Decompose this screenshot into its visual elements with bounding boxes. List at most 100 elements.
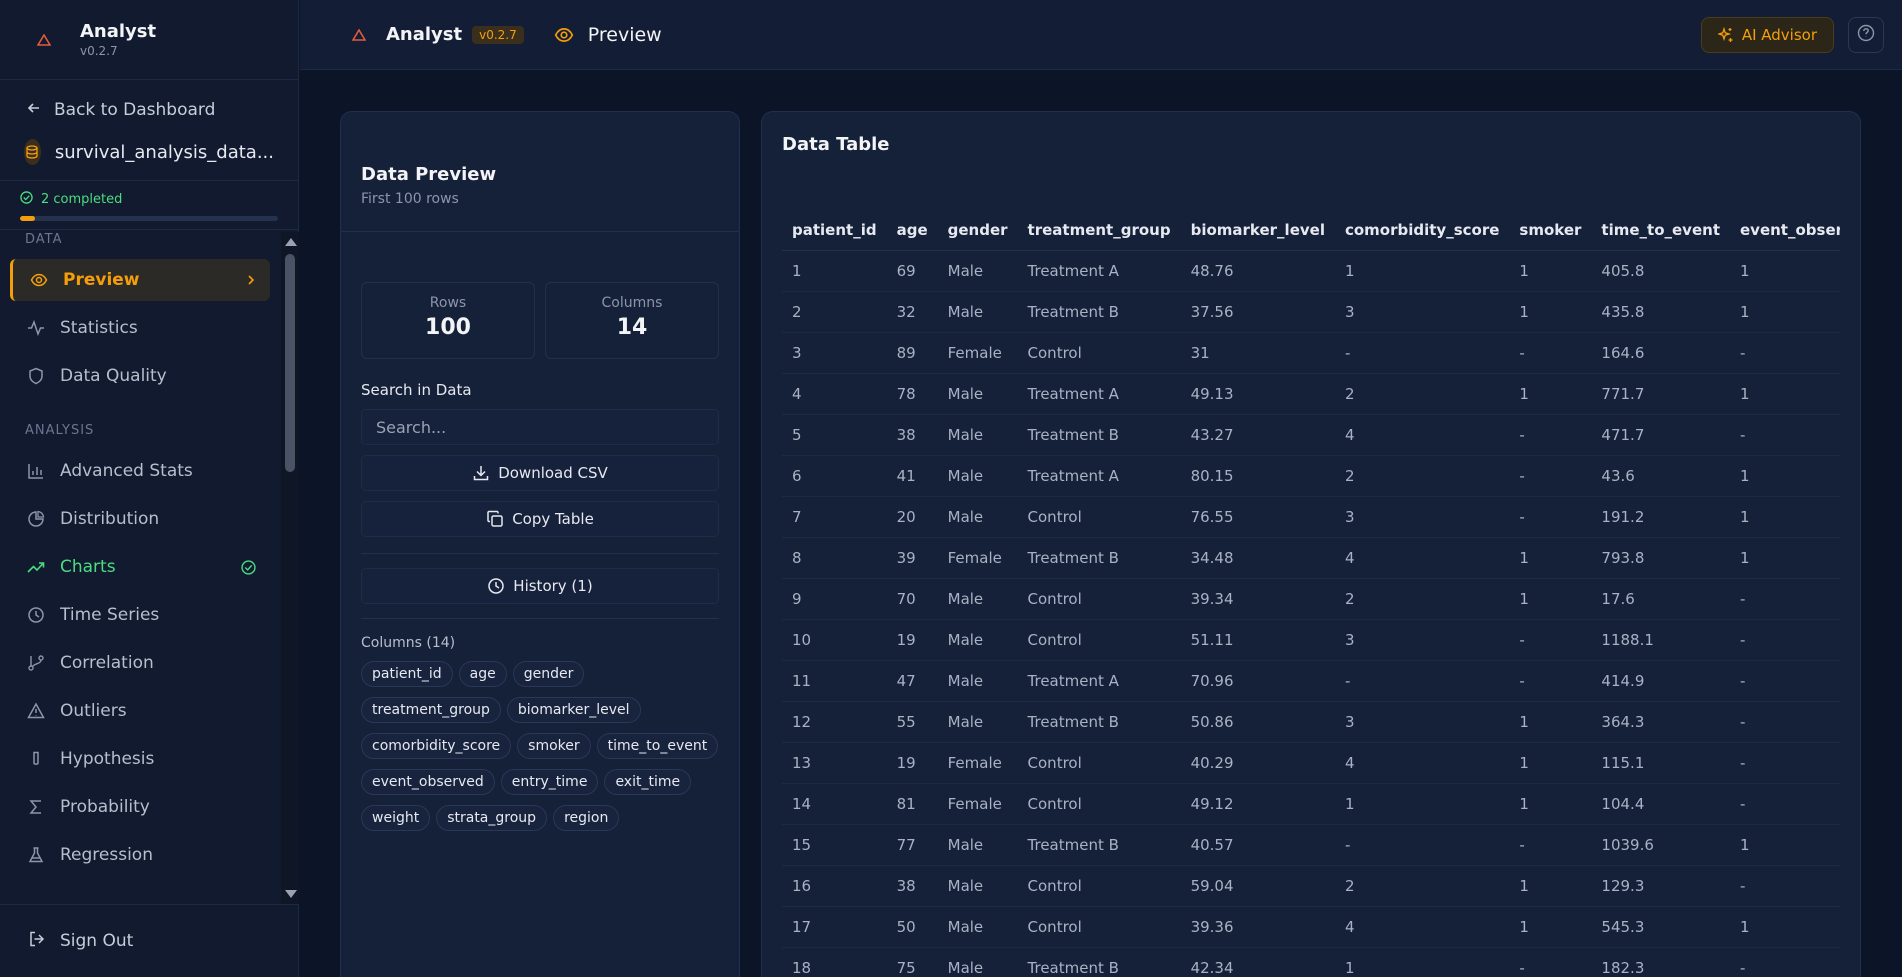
- columns-label: Columns: [601, 295, 663, 311]
- table-row: 232MaleTreatment B37.5631435.8114.2: [782, 291, 1840, 333]
- table-cell: 5: [782, 414, 887, 456]
- table-cell: 39.34: [1180, 578, 1335, 620]
- column-chip[interactable]: event_observed: [361, 769, 495, 795]
- table-cell: 4: [1334, 742, 1510, 784]
- table-cell: 771.7: [1591, 373, 1730, 415]
- column-header[interactable]: age: [886, 210, 938, 251]
- column-chip[interactable]: patient_id: [361, 661, 453, 687]
- table-cell: -: [1730, 783, 1840, 825]
- column-header[interactable]: comorbidity_score: [1334, 210, 1510, 251]
- table-cell: -: [1509, 660, 1592, 702]
- sidebar-item-hypothesis[interactable]: Hypothesis: [10, 738, 270, 780]
- table-cell: 49.13: [1180, 373, 1335, 415]
- sidebar-item-probability[interactable]: Probability: [10, 786, 270, 828]
- table-cell: 1: [1730, 496, 1840, 538]
- sidebar-nav: DATA Preview Statistics Data Quality ANA…: [0, 232, 280, 904]
- trending-up-icon: [26, 558, 46, 576]
- table-cell: Control: [1017, 619, 1181, 661]
- sidebar-item-advanced-stats[interactable]: Advanced Stats: [10, 450, 270, 492]
- dataset-selector[interactable]: survival_analysis_data...: [0, 132, 298, 172]
- scroll-thumb[interactable]: [285, 254, 295, 472]
- sign-out-label: Sign Out: [60, 931, 134, 951]
- ai-advisor-button[interactable]: AI Advisor: [1700, 17, 1834, 53]
- column-chip[interactable]: smoker: [517, 733, 591, 759]
- column-chip[interactable]: gender: [512, 661, 585, 687]
- divider: [361, 618, 719, 619]
- sidebar-item-label: Probability: [60, 797, 150, 817]
- column-header[interactable]: gender: [937, 210, 1018, 251]
- columns-list-label: Columns (14): [361, 635, 456, 651]
- search-input[interactable]: [361, 409, 719, 445]
- table-scroll-area[interactable]: patient_id age gender treatment_group biomar…: [782, 210, 1840, 977]
- column-chip[interactable]: age: [458, 661, 507, 687]
- column-header[interactable]: patient_id: [782, 210, 887, 251]
- table-cell: -: [1730, 865, 1840, 907]
- download-csv-button[interactable]: Download CSV: [361, 455, 719, 491]
- sidebar-item-label: Preview: [63, 270, 140, 290]
- sidebar-item-preview[interactable]: Preview: [10, 259, 270, 301]
- scroll-down-arrow-icon[interactable]: [285, 890, 297, 898]
- sidebar-item-statistics[interactable]: Statistics: [10, 307, 270, 349]
- table-cell: 3: [1334, 291, 1510, 333]
- table-cell: Treatment B: [1017, 537, 1181, 579]
- table-cell: 3: [1334, 619, 1510, 661]
- table-cell: Male: [937, 414, 1018, 456]
- table-cell: 1: [1509, 537, 1592, 579]
- sidebar-scrollbar[interactable]: [281, 232, 299, 904]
- column-chip[interactable]: treatment_group: [361, 697, 501, 723]
- column-header[interactable]: biomarker_level: [1180, 210, 1335, 251]
- column-chip[interactable]: strata_group: [436, 805, 548, 831]
- column-chip[interactable]: comorbidity_score: [361, 733, 512, 759]
- back-to-dashboard-link[interactable]: Back to Dashboard: [0, 88, 298, 132]
- column-chip[interactable]: time_to_event: [596, 733, 719, 759]
- scroll-up-arrow-icon[interactable]: [285, 238, 297, 246]
- sign-out-button[interactable]: Sign Out: [0, 904, 299, 977]
- sidebar-item-charts[interactable]: Charts: [10, 546, 270, 588]
- column-chip[interactable]: entry_time: [500, 769, 599, 795]
- data-table-title: Data Table: [782, 134, 890, 155]
- table-cell: 1: [1509, 250, 1592, 292]
- help-button[interactable]: [1848, 17, 1884, 53]
- table-cell: Male: [937, 824, 1018, 866]
- table-cell: Treatment B: [1017, 824, 1181, 866]
- table-cell: 43.27: [1180, 414, 1335, 456]
- column-chip[interactable]: region: [553, 805, 620, 831]
- sidebar-item-regression[interactable]: Regression: [10, 834, 270, 876]
- table-cell: Control: [1017, 578, 1181, 620]
- column-header[interactable]: event_observed: [1730, 210, 1840, 251]
- sidebar-item-label: Statistics: [60, 318, 138, 338]
- table-cell: 39: [886, 537, 938, 579]
- table-cell: 1: [1730, 824, 1840, 866]
- column-header[interactable]: time_to_event: [1591, 210, 1730, 251]
- table-cell: 1: [1730, 906, 1840, 948]
- sidebar-item-outliers[interactable]: Outliers: [10, 690, 270, 732]
- table-row: 1481FemaleControl49.1211104.4-21: [782, 783, 1840, 825]
- column-chip[interactable]: biomarker_level: [506, 697, 641, 723]
- history-button[interactable]: History (1): [361, 568, 719, 604]
- completed-check-icon: [241, 559, 256, 575]
- table-cell: 1: [1509, 742, 1592, 784]
- table-cell: 15: [782, 824, 887, 866]
- column-header[interactable]: smoker: [1509, 210, 1592, 251]
- clock-icon: [487, 577, 505, 595]
- column-chip[interactable]: weight: [361, 805, 431, 831]
- column-chip[interactable]: exit_time: [604, 769, 692, 795]
- table-cell: -: [1509, 824, 1592, 866]
- table-cell: 1: [1730, 455, 1840, 497]
- column-header[interactable]: treatment_group: [1017, 210, 1181, 251]
- sidebar-item-label: Distribution: [60, 509, 160, 529]
- table-cell: 70.96: [1180, 660, 1335, 702]
- table-cell: Female: [937, 537, 1018, 579]
- table-cell: 59.04: [1180, 865, 1335, 907]
- table-row: 1577MaleTreatment B40.57--1039.6111.6: [782, 824, 1840, 866]
- table-cell: 7: [782, 496, 887, 538]
- sidebar-item-data-quality[interactable]: Data Quality: [10, 355, 270, 397]
- sidebar-item-time-series[interactable]: Time Series: [10, 594, 270, 636]
- back-label: Back to Dashboard: [54, 100, 216, 120]
- table-cell: Treatment B: [1017, 291, 1181, 333]
- table-cell: 104.4: [1591, 783, 1730, 825]
- sidebar-item-distribution[interactable]: Distribution: [10, 498, 270, 540]
- table-cell: 17: [782, 906, 887, 948]
- sidebar-item-correlation[interactable]: Correlation: [10, 642, 270, 684]
- copy-table-button[interactable]: Copy Table: [361, 501, 719, 537]
